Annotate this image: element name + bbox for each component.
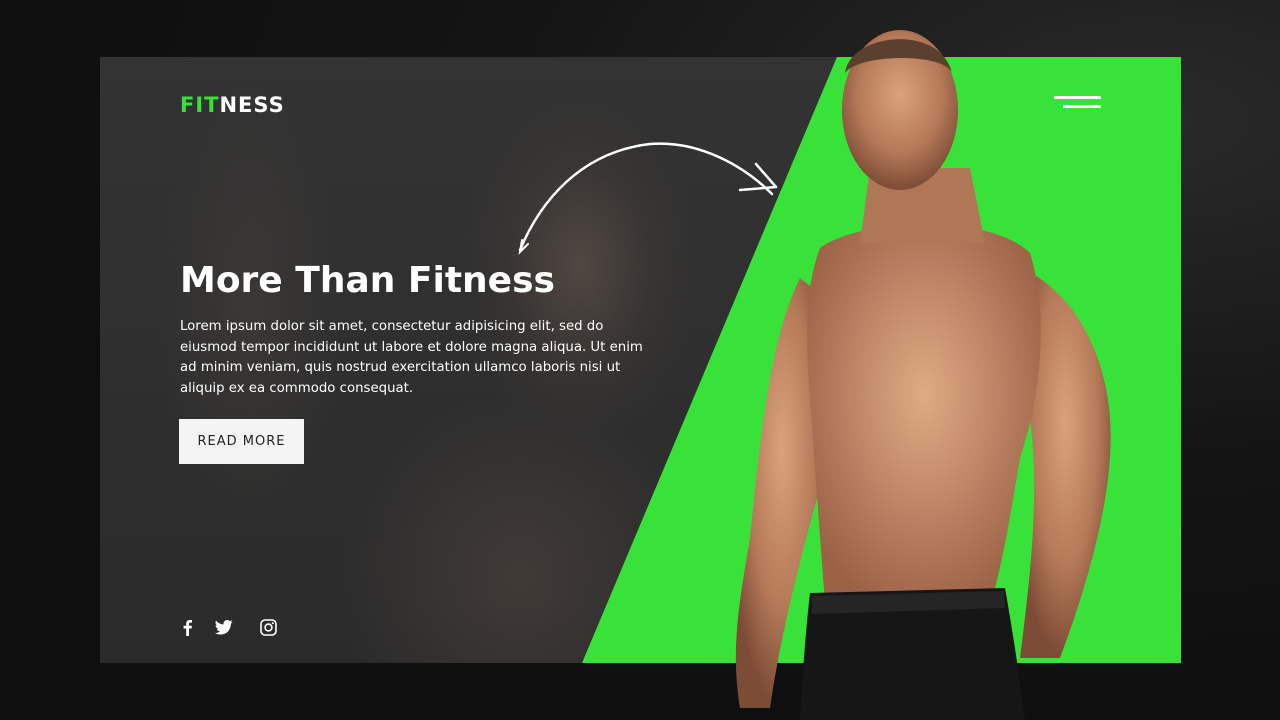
hero-title: More Than Fitness [180,260,555,301]
site-logo[interactable]: FITNESS [180,93,285,117]
hero-description: Lorem ipsum dolor sit amet, consectetur … [180,319,643,396]
twitter-icon[interactable] [214,617,234,637]
logo-rest: NESS [219,93,285,117]
read-more-button[interactable]: READ MORE [179,419,304,464]
logo-accent: FIT [180,93,220,117]
athlete-image [735,30,1111,720]
instagram-icon[interactable] [258,617,278,637]
facebook-icon[interactable] [177,617,197,637]
